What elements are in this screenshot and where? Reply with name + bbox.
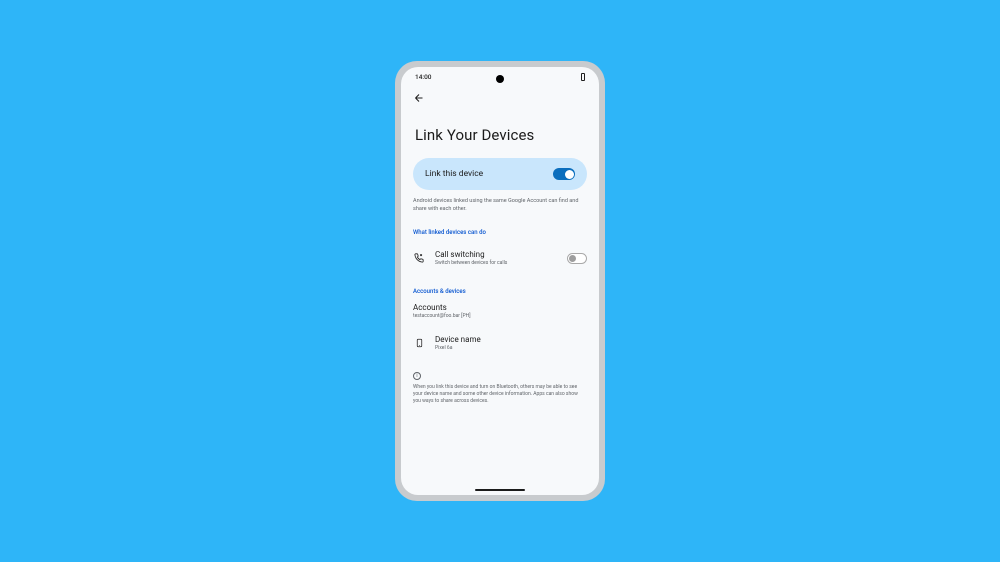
camera-notch <box>496 75 504 83</box>
call-switching-subtitle: Switch between devices for calls <box>435 260 557 266</box>
link-description: Android devices linked using the same Go… <box>413 198 587 213</box>
nav-bar-handle[interactable] <box>475 489 525 491</box>
device-name-text: Device name Pixel 6a <box>435 335 587 351</box>
call-switching-toggle[interactable] <box>567 253 587 264</box>
page-title: Link Your Devices <box>401 112 599 158</box>
info-text: When you link this device and turn on Bl… <box>413 384 587 405</box>
device-name-subtitle: Pixel 6a <box>435 345 587 351</box>
section-header-accounts: Accounts & devices <box>413 288 587 295</box>
call-switching-text: Call switching Switch between devices fo… <box>435 250 557 266</box>
call-switching-title: Call switching <box>435 250 557 259</box>
back-bar <box>401 85 599 112</box>
accounts-title: Accounts <box>413 303 587 312</box>
link-device-toggle[interactable] <box>553 168 575 180</box>
link-device-label: Link this device <box>425 169 483 179</box>
battery-icon <box>581 73 585 81</box>
section-header-features: What linked devices can do <box>413 229 587 236</box>
call-switching-icon <box>413 252 425 264</box>
info-icon: i <box>413 372 421 380</box>
phone-frame: 14:00 Link Your Devices Link this device… <box>395 61 605 501</box>
status-icons <box>581 73 585 81</box>
back-button[interactable] <box>413 92 425 107</box>
content-area: Link this device Android devices linked … <box>401 158 599 405</box>
phone-icon <box>413 337 425 349</box>
accounts-row[interactable]: Accounts testaccount@foo.bar [PH] <box>413 303 587 319</box>
link-device-card[interactable]: Link this device <box>413 158 587 190</box>
accounts-subtitle: testaccount@foo.bar [PH] <box>413 313 587 319</box>
call-switching-row[interactable]: Call switching Switch between devices fo… <box>413 244 587 272</box>
phone-screen: 14:00 Link Your Devices Link this device… <box>401 67 599 495</box>
info-block: i <box>413 371 587 380</box>
device-name-row[interactable]: Device name Pixel 6a <box>413 329 587 357</box>
device-name-title: Device name <box>435 335 587 344</box>
status-time: 14:00 <box>415 73 432 81</box>
